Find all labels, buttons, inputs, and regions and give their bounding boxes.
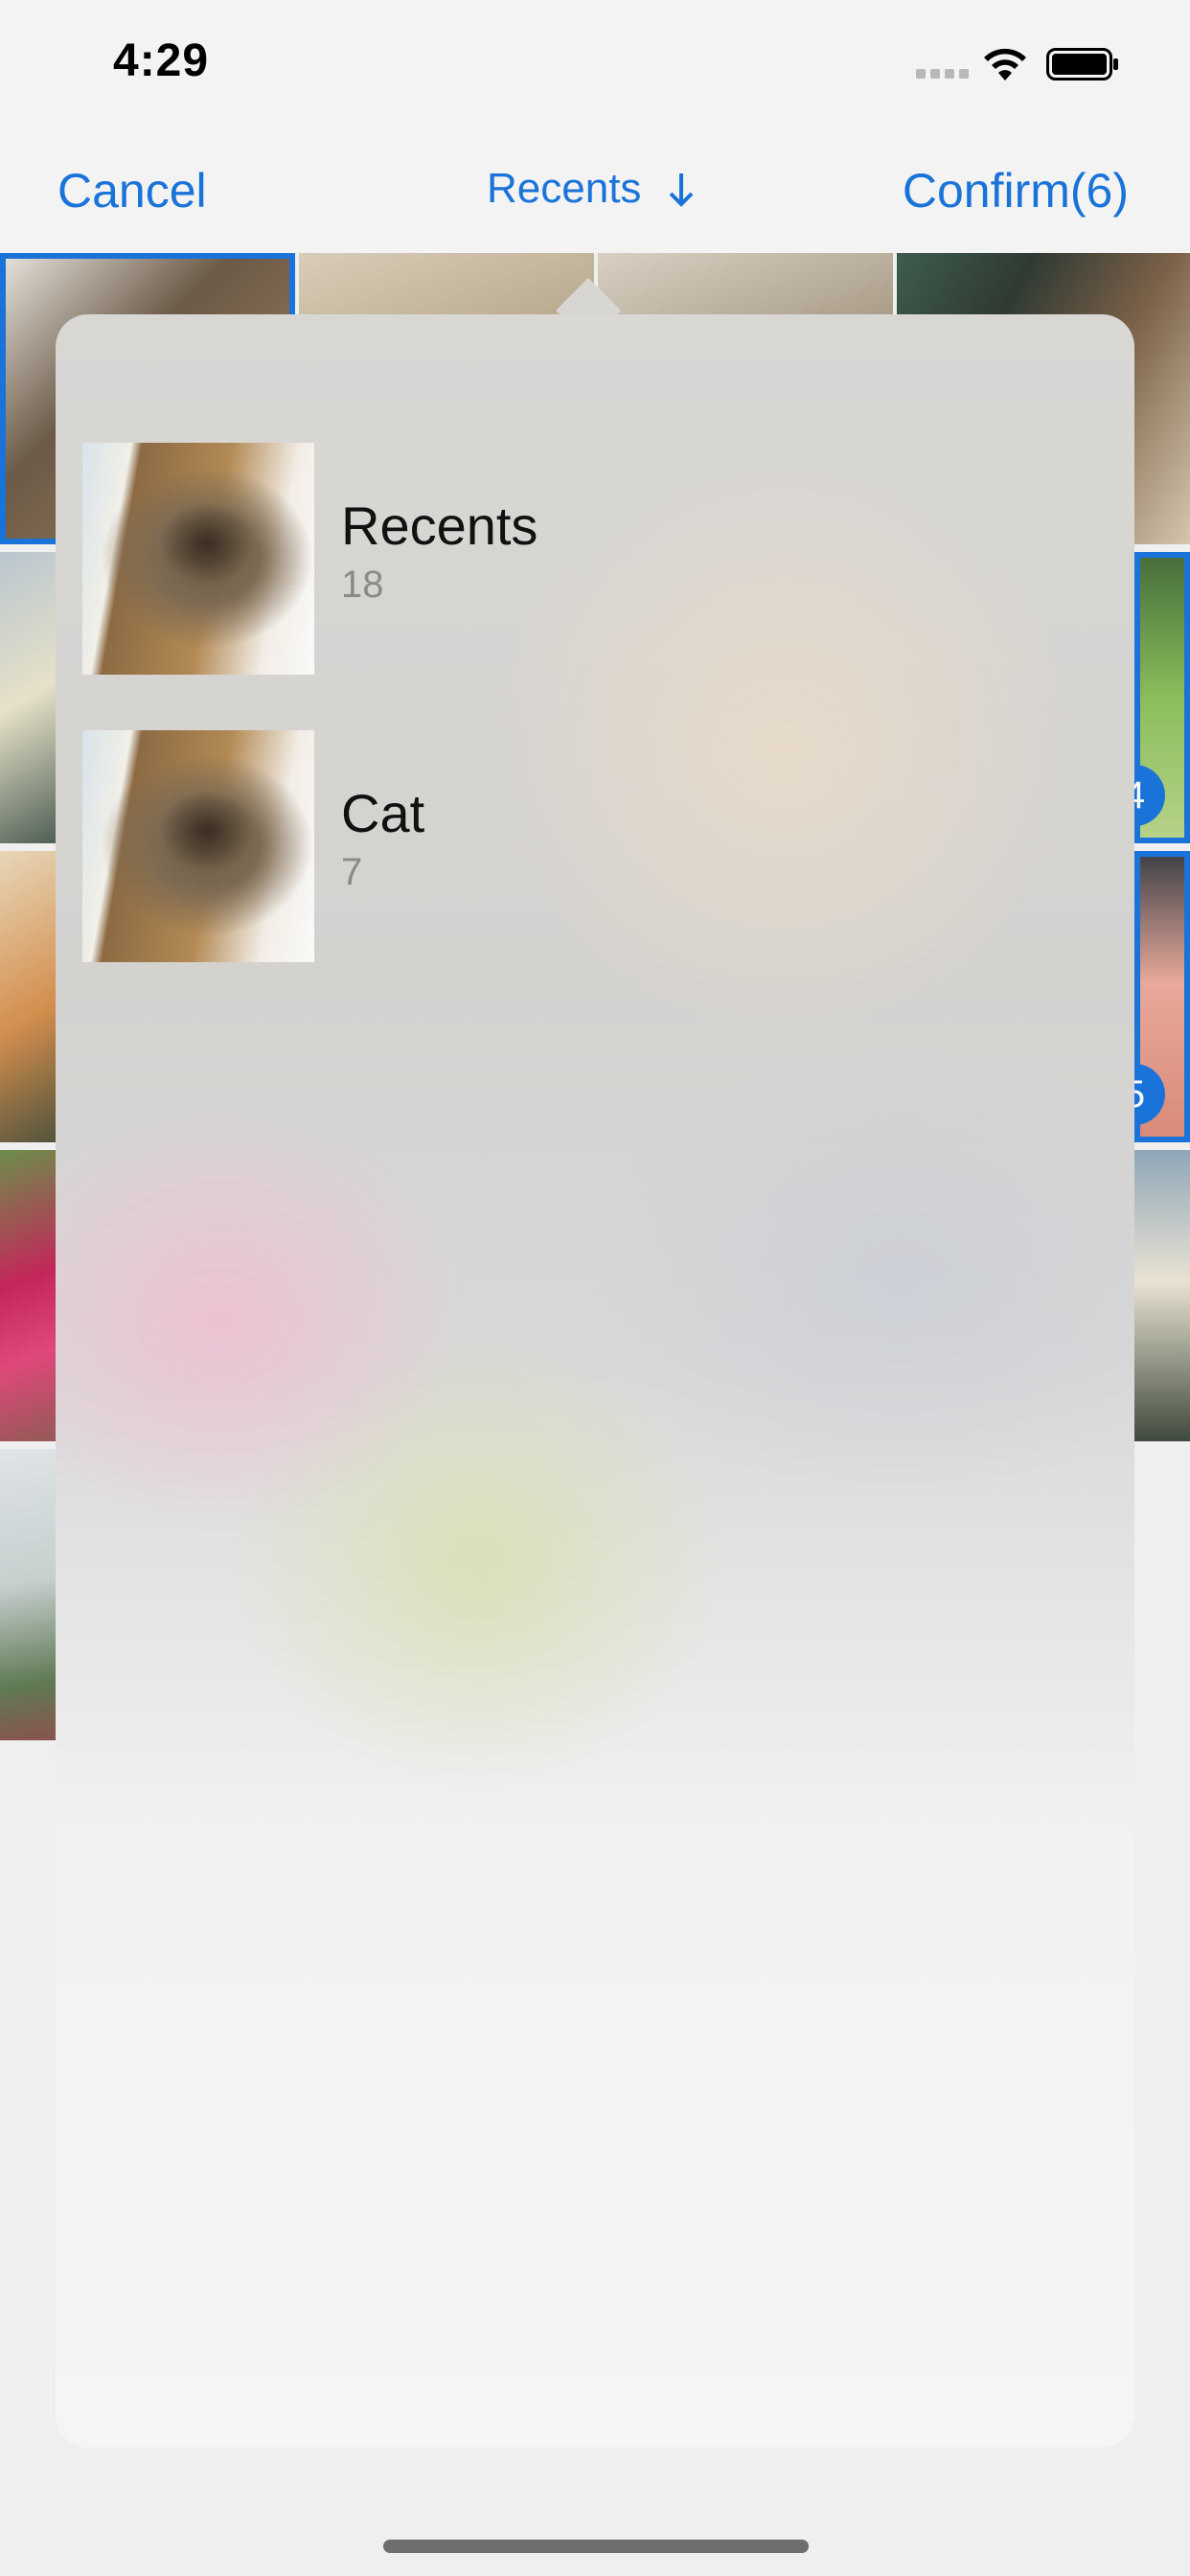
album-row-cat[interactable]: Cat 7: [82, 730, 1108, 962]
album-name: Cat: [341, 783, 425, 843]
album-row-recents[interactable]: Recents 18: [82, 443, 1108, 675]
album-thumbnail: [82, 443, 314, 675]
cellular-signal-icon: [916, 69, 970, 79]
album-thumbnail: [82, 730, 314, 962]
album-count: 7: [341, 851, 363, 893]
album-list-popover: Recents 18 Cat 7: [56, 314, 1134, 2448]
album-selector-button[interactable]: Recents: [487, 165, 698, 213]
battery-icon: [1046, 48, 1118, 80]
album-count: 18: [341, 564, 384, 606]
album-selector-label: Recents: [487, 165, 642, 212]
wifi-icon: [984, 48, 1026, 80]
status-bar: 4:29: [0, 0, 1190, 126]
album-name: Recents: [341, 495, 538, 556]
nav-bar: Cancel Recents Confirm(6): [0, 126, 1190, 253]
status-time: 4:29: [113, 35, 210, 86]
arrow-down-icon: [670, 173, 694, 207]
status-icons: [916, 44, 1127, 82]
confirm-button[interactable]: Confirm(6): [903, 163, 1129, 218]
photo-thumbnail[interactable]: [1134, 1150, 1190, 1441]
home-indicator[interactable]: [383, 2540, 809, 2553]
cancel-button[interactable]: Cancel: [57, 163, 207, 218]
